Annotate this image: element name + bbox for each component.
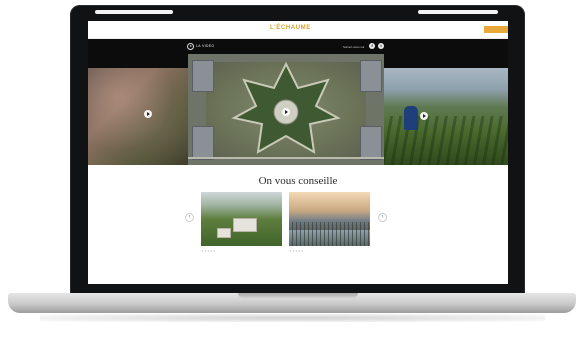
carousel-next-button[interactable]: › — [378, 213, 387, 222]
card-meta: ★★★★★ — [289, 249, 370, 253]
video-panel-vineyard[interactable] — [384, 68, 508, 165]
card-meta: ★★★★★ — [201, 249, 282, 253]
screen-glare — [418, 10, 498, 14]
video-badge-icon — [187, 43, 194, 50]
laptop-screen: L'ÉCHAUME LA VIDÉO Suivez-nous sur f t O… — [88, 21, 508, 284]
carousel-prev-button[interactable]: ‹ — [185, 213, 194, 222]
recommendation-card[interactable]: ★★★★★ — [289, 192, 370, 254]
card-image-building — [233, 218, 257, 232]
video-brand-label: LA VIDÉO — [196, 44, 215, 48]
twitter-icon[interactable]: t — [378, 43, 384, 49]
video-panel-orchard[interactable] — [88, 68, 188, 165]
laptop-shadow — [40, 314, 545, 322]
laptop-notch — [238, 293, 358, 298]
vineyard-worker — [404, 106, 418, 130]
rating-stars: ★★★★★ — [201, 249, 216, 253]
section-title: On vous conseille — [258, 175, 338, 187]
site-logo[interactable]: L'ÉCHAUME — [270, 25, 311, 31]
play-icon[interactable] — [144, 110, 152, 118]
rating-stars: ★★★★★ — [289, 249, 304, 253]
header-cta-button[interactable] — [484, 26, 508, 33]
video-panel-aerial[interactable] — [188, 54, 384, 165]
card-image[interactable] — [201, 192, 282, 246]
follow-label: Suivez-nous sur — [343, 45, 365, 49]
card-image-building — [217, 228, 231, 238]
card-image-reeds — [289, 222, 370, 246]
play-icon[interactable] — [282, 108, 290, 116]
site-header: L'ÉCHAUME — [88, 21, 508, 39]
vineyard-image — [384, 116, 508, 165]
video-topbar: LA VIDÉO Suivez-nous sur f t — [88, 39, 508, 54]
card-image[interactable] — [289, 192, 370, 246]
video-carousel: LA VIDÉO Suivez-nous sur f t — [88, 39, 508, 165]
play-icon[interactable] — [420, 112, 428, 120]
recommendation-card[interactable]: ★★★★★ — [201, 192, 282, 254]
screen-glare — [95, 10, 173, 14]
facebook-icon[interactable]: f — [369, 43, 375, 49]
